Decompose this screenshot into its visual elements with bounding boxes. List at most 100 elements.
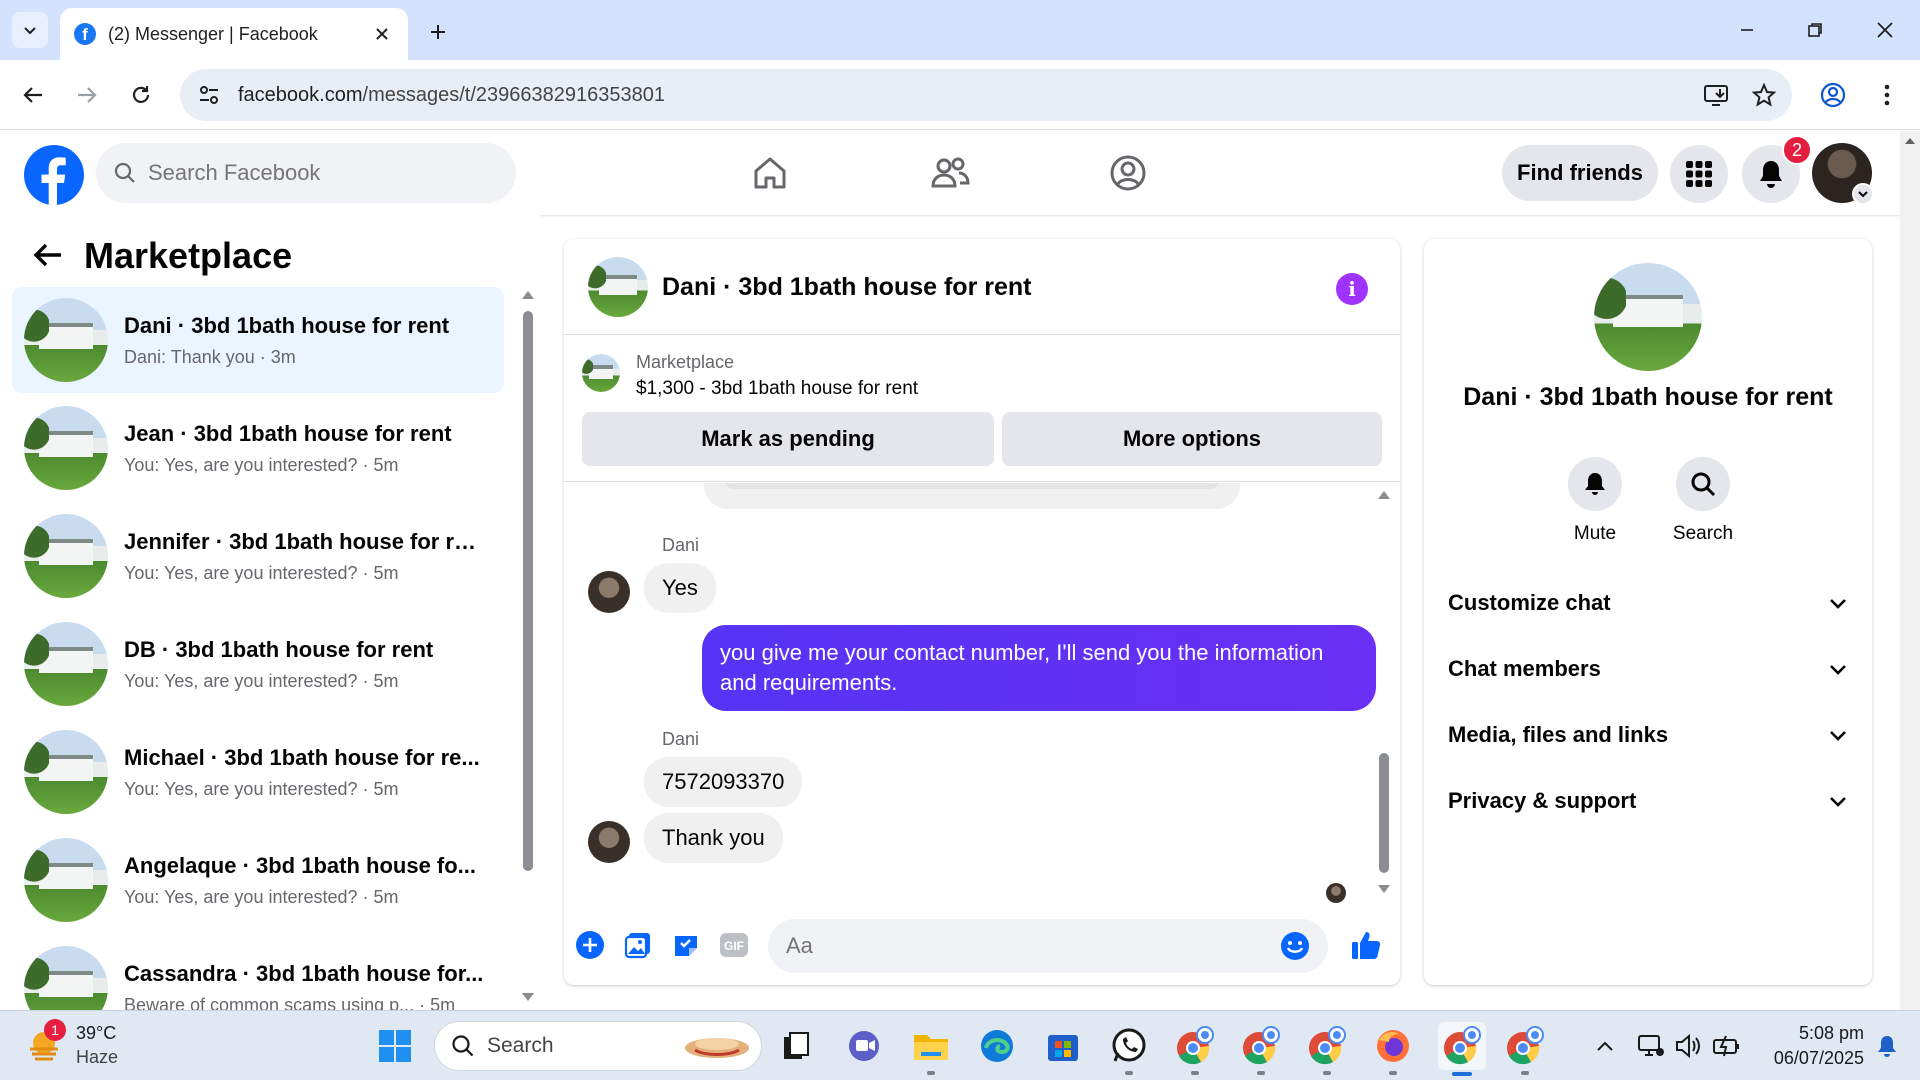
search-icon <box>452 1035 474 1057</box>
window-close-button[interactable] <box>1860 10 1910 50</box>
battery-charging-icon <box>1713 1035 1739 1057</box>
conversation-item[interactable]: DB · 3bd 1bath house for rent You: Yes, a… <box>12 611 504 717</box>
taskbar-chrome-profile-2[interactable] <box>1240 1025 1282 1075</box>
profile-button[interactable] <box>1814 76 1852 114</box>
facebook-search-box[interactable] <box>96 143 516 203</box>
conversation-info-button[interactable]: i <box>1336 273 1368 305</box>
volume-tray-icon[interactable] <box>1668 1025 1710 1067</box>
tab-close-button[interactable] <box>370 22 394 46</box>
incoming-message[interactable]: Yes <box>644 563 716 613</box>
conversation-preview: You: Yes, are you interested? · 5m <box>124 670 399 691</box>
show-hidden-icons-button[interactable] <box>1584 1025 1626 1067</box>
taskbar-clock[interactable]: 5:08 pm 06/07/2025 <box>1748 1021 1864 1071</box>
restore-button[interactable] <box>1790 10 1840 50</box>
site-settings-icon[interactable] <box>198 84 220 106</box>
message-list: Dani Yes you give me your contact number… <box>564 483 1400 903</box>
back-button[interactable] <box>28 235 68 275</box>
emoji-icon[interactable] <box>1280 931 1310 961</box>
more-actions-button[interactable] <box>570 925 610 965</box>
weather-widget[interactable]: 1 39°C Haze <box>26 1019 136 1073</box>
tab-search-button[interactable] <box>12 12 48 48</box>
mark-as-pending-button[interactable]: Mark as pending <box>582 412 994 466</box>
notification-center-button[interactable] <box>1866 1025 1908 1067</box>
conversation-avatar[interactable] <box>1594 263 1702 371</box>
more-options-button[interactable]: More options <box>1002 412 1382 466</box>
battery-tray-icon[interactable] <box>1706 1025 1748 1067</box>
conversation-item[interactable]: Jennifer · 3bd 1bath house for re... You:… <box>12 503 504 609</box>
more-vertical-icon <box>1884 84 1890 106</box>
message-input-box[interactable] <box>768 919 1328 973</box>
minimize-icon <box>1741 29 1753 31</box>
taskbar-chrome-profile-1[interactable] <box>1174 1025 1216 1075</box>
incoming-message[interactable]: Thank you <box>644 813 783 863</box>
conversation-item[interactable]: Michael · 3bd 1bath house for re... You: … <box>12 719 504 825</box>
conversation-item[interactable]: Cassandra · 3bd 1bath house for... Beware… <box>12 935 504 1010</box>
browser-menu-button[interactable] <box>1868 76 1906 114</box>
taskbar-search[interactable]: Search <box>434 1021 762 1071</box>
url-text[interactable]: facebook.com/messages/t/2396638291635380… <box>238 84 1696 107</box>
find-friends-button[interactable]: Find friends <box>1502 145 1658 201</box>
facebook-logo[interactable] <box>24 145 84 205</box>
taskbar-task-view[interactable] <box>776 1025 818 1067</box>
menu-button[interactable] <box>1670 145 1728 203</box>
forward-button[interactable] <box>68 76 106 114</box>
media-files-links-section[interactable]: Media, files and links <box>1448 707 1848 763</box>
mute-action[interactable]: Mute <box>1550 457 1640 545</box>
taskbar-firefox[interactable] <box>1372 1025 1414 1075</box>
conversation-item[interactable]: Dani · 3bd 1bath house for rent Dani: Tha… <box>12 287 504 393</box>
nav-friends[interactable] <box>910 143 990 203</box>
network-tray-icon[interactable] <box>1630 1025 1672 1067</box>
sender-avatar[interactable] <box>588 821 630 863</box>
chrome-icon <box>1243 1026 1280 1065</box>
sticker-button[interactable] <box>666 925 706 965</box>
conversation-item[interactable]: Jean · 3bd 1bath house for rent You: Yes,… <box>12 395 504 501</box>
gif-button[interactable]: GIF <box>714 925 754 965</box>
account-menu-caret[interactable] <box>1852 183 1874 205</box>
listing-price-title[interactable]: $1,300 - 3bd 1bath house for rent <box>636 378 918 400</box>
chat-title[interactable]: Dani · 3bd 1bath house for rent <box>662 273 1031 302</box>
outgoing-message[interactable]: you give me your contact number, I'll se… <box>702 625 1376 711</box>
search-in-conversation-button[interactable] <box>1676 457 1730 511</box>
chevron-down-icon <box>24 27 36 35</box>
back-button[interactable] <box>14 76 52 114</box>
incoming-message[interactable]: 7572093370 <box>644 757 803 807</box>
install-app-button[interactable] <box>1696 75 1736 115</box>
taskbar-chrome-active[interactable] <box>1438 1022 1486 1076</box>
new-tab-button[interactable] <box>422 16 454 48</box>
mute-button[interactable] <box>1568 457 1622 511</box>
message-scrollbar[interactable] <box>1374 483 1394 903</box>
facebook-search-input[interactable] <box>148 160 448 186</box>
bookmark-button[interactable] <box>1744 75 1784 115</box>
taskbar-teams[interactable] <box>844 1025 886 1067</box>
privacy-support-section[interactable]: Privacy & support <box>1448 773 1848 829</box>
conversation-list-scrollbar[interactable] <box>520 287 536 1007</box>
nav-home[interactable] <box>730 143 810 203</box>
house-listing-avatar <box>24 946 108 1010</box>
taskbar-edge[interactable] <box>976 1025 1018 1067</box>
taskbar-whatsapp[interactable] <box>1108 1025 1150 1075</box>
minimize-button[interactable] <box>1722 10 1772 50</box>
reload-button[interactable] <box>122 76 160 114</box>
message-input[interactable] <box>786 933 1280 959</box>
address-bar[interactable]: facebook.com/messages/t/2396638291635380… <box>180 69 1792 121</box>
scroll-up-arrow-icon[interactable] <box>1900 131 1920 151</box>
chat-members-section[interactable]: Chat members <box>1448 641 1848 697</box>
customize-chat-section[interactable]: Customize chat <box>1448 575 1848 631</box>
search-action[interactable]: Search <box>1658 457 1748 545</box>
conversation-item[interactable]: Angelaque · 3bd 1bath house fo... You: Ye… <box>12 827 504 933</box>
chat-avatar[interactable] <box>588 257 648 317</box>
attach-media-button[interactable] <box>618 925 658 965</box>
taskbar-store[interactable] <box>1042 1025 1084 1067</box>
taskbar-chrome-profile-4[interactable] <box>1504 1025 1546 1075</box>
start-button[interactable] <box>374 1025 416 1067</box>
taskbar-chrome-profile-3[interactable] <box>1306 1025 1348 1075</box>
like-button[interactable] <box>1346 925 1386 965</box>
taskbar-file-explorer[interactable] <box>910 1025 952 1075</box>
browser-tab[interactable]: f (2) Messenger | Facebook <box>60 8 408 60</box>
page-scrollbar[interactable] <box>1900 131 1920 1011</box>
sender-avatar[interactable] <box>588 571 630 613</box>
teams-chat-icon <box>849 1031 879 1061</box>
listing-thumbnail[interactable] <box>582 354 620 392</box>
chat-window: Dani · 3bd 1bath house for rent i Market… <box>564 239 1400 985</box>
nav-gaming[interactable] <box>1088 143 1168 203</box>
